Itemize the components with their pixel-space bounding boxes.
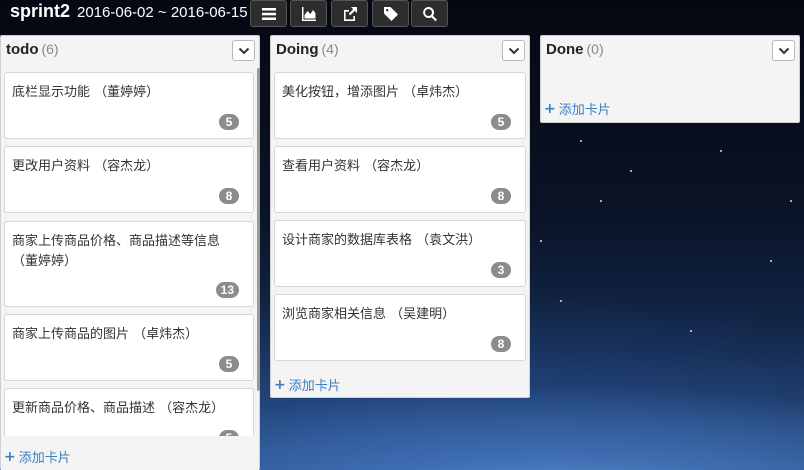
add-card-button[interactable]: + 添加卡片 bbox=[274, 375, 341, 395]
card-title: 底栏显示功能 （董婷婷） bbox=[12, 85, 160, 100]
column-done: Done (0) + 添加卡片 bbox=[540, 35, 800, 123]
card-title: 美化按钮，增添图片 （卓炜杰） bbox=[282, 85, 469, 100]
story-points-badge: 3 bbox=[491, 262, 511, 278]
top-bar: sprint2 2016-06-02 ~ 2016-06-15 bbox=[0, 0, 804, 28]
column-header: Doing (4) bbox=[271, 36, 529, 66]
add-card-button[interactable]: + 添加卡片 bbox=[4, 447, 71, 467]
card-title: 查看用户资料 （容杰龙） bbox=[282, 159, 430, 174]
card-title: 浏览商家相关信息 （吴建明） bbox=[282, 307, 456, 322]
plus-icon: + bbox=[544, 100, 556, 117]
story-points-badge: 5 bbox=[491, 114, 511, 130]
column-header: Done (0) bbox=[541, 36, 799, 66]
search-button[interactable] bbox=[411, 0, 448, 27]
story-points-badge: 8 bbox=[219, 188, 239, 204]
column-collapse-button[interactable] bbox=[772, 40, 795, 61]
column-doing: Doing (4) 美化按钮，增添图片 （卓炜杰） 5 查看用户资料 （容杰龙） … bbox=[270, 35, 530, 398]
card-title: 商家上传商品的图片 （卓炜杰） bbox=[12, 327, 199, 342]
column-todo: todo (6) 底栏显示功能 （董婷婷） 5 更改用户资料 （容杰龙） 8 商家… bbox=[0, 35, 260, 470]
column-card-count: (0) bbox=[586, 41, 604, 57]
column-collapse-button[interactable] bbox=[502, 40, 525, 61]
menu-button[interactable] bbox=[250, 0, 287, 27]
task-card[interactable]: 商家上传商品价格、商品描述等信息（董婷婷） 13 bbox=[4, 221, 254, 307]
tag-button[interactable] bbox=[372, 0, 409, 27]
task-card[interactable]: 底栏显示功能 （董婷婷） 5 bbox=[4, 72, 254, 139]
card-title: 设计商家的数据库表格 （袁文洪） bbox=[282, 233, 482, 248]
card-title: 商家上传商品价格、商品描述等信息（董婷婷） bbox=[12, 234, 221, 269]
sprint-date-range: 2016-06-02 ~ 2016-06-15 bbox=[77, 4, 248, 21]
task-card[interactable]: 浏览商家相关信息 （吴建明） 8 bbox=[274, 294, 526, 361]
column-scrollbar[interactable] bbox=[257, 68, 260, 391]
add-card-label: 添加卡片 bbox=[288, 379, 341, 394]
story-points-badge: 5 bbox=[219, 356, 239, 372]
add-card-label: 添加卡片 bbox=[18, 451, 71, 466]
search-icon bbox=[422, 6, 437, 21]
plus-icon: + bbox=[4, 448, 16, 465]
tag-icon bbox=[383, 6, 398, 21]
area-chart-icon bbox=[301, 6, 316, 21]
chart-button[interactable] bbox=[290, 0, 327, 27]
chevron-down-icon bbox=[508, 47, 519, 54]
task-card[interactable]: 更改用户资料 （容杰龙） 8 bbox=[4, 146, 254, 213]
story-points-badge: 8 bbox=[491, 336, 511, 352]
task-card[interactable]: 商家上传商品的图片 （卓炜杰） 5 bbox=[4, 314, 254, 381]
add-card-label: 添加卡片 bbox=[558, 103, 611, 118]
chevron-down-icon bbox=[778, 47, 789, 54]
column-card-count: (4) bbox=[321, 41, 339, 57]
story-points-badge: 8 bbox=[491, 188, 511, 204]
board-title: sprint2 bbox=[10, 1, 71, 21]
task-card[interactable]: 查看用户资料 （容杰龙） 8 bbox=[274, 146, 526, 213]
share-button[interactable] bbox=[331, 0, 368, 27]
add-card-button[interactable]: + 添加卡片 bbox=[544, 99, 611, 119]
column-title: Done (0) bbox=[546, 41, 604, 58]
story-points-badge: 5 bbox=[219, 114, 239, 130]
plus-icon: + bbox=[274, 376, 286, 393]
share-icon bbox=[343, 6, 357, 21]
menu-icon bbox=[261, 7, 276, 20]
column-title: Doing (4) bbox=[276, 41, 339, 58]
task-card[interactable]: 美化按钮，增添图片 （卓炜杰） 5 bbox=[274, 72, 526, 139]
card-title: 更改用户资料 （容杰龙） bbox=[12, 159, 160, 174]
task-card[interactable]: 设计商家的数据库表格 （袁文洪） 3 bbox=[274, 220, 526, 287]
card-list: 底栏显示功能 （董婷婷） 5 更改用户资料 （容杰龙） 8 商家上传商品价格、商… bbox=[1, 36, 259, 470]
card-title: 更新商品价格、商品描述 （容杰龙） bbox=[12, 401, 225, 416]
story-points-badge: 13 bbox=[215, 282, 239, 298]
